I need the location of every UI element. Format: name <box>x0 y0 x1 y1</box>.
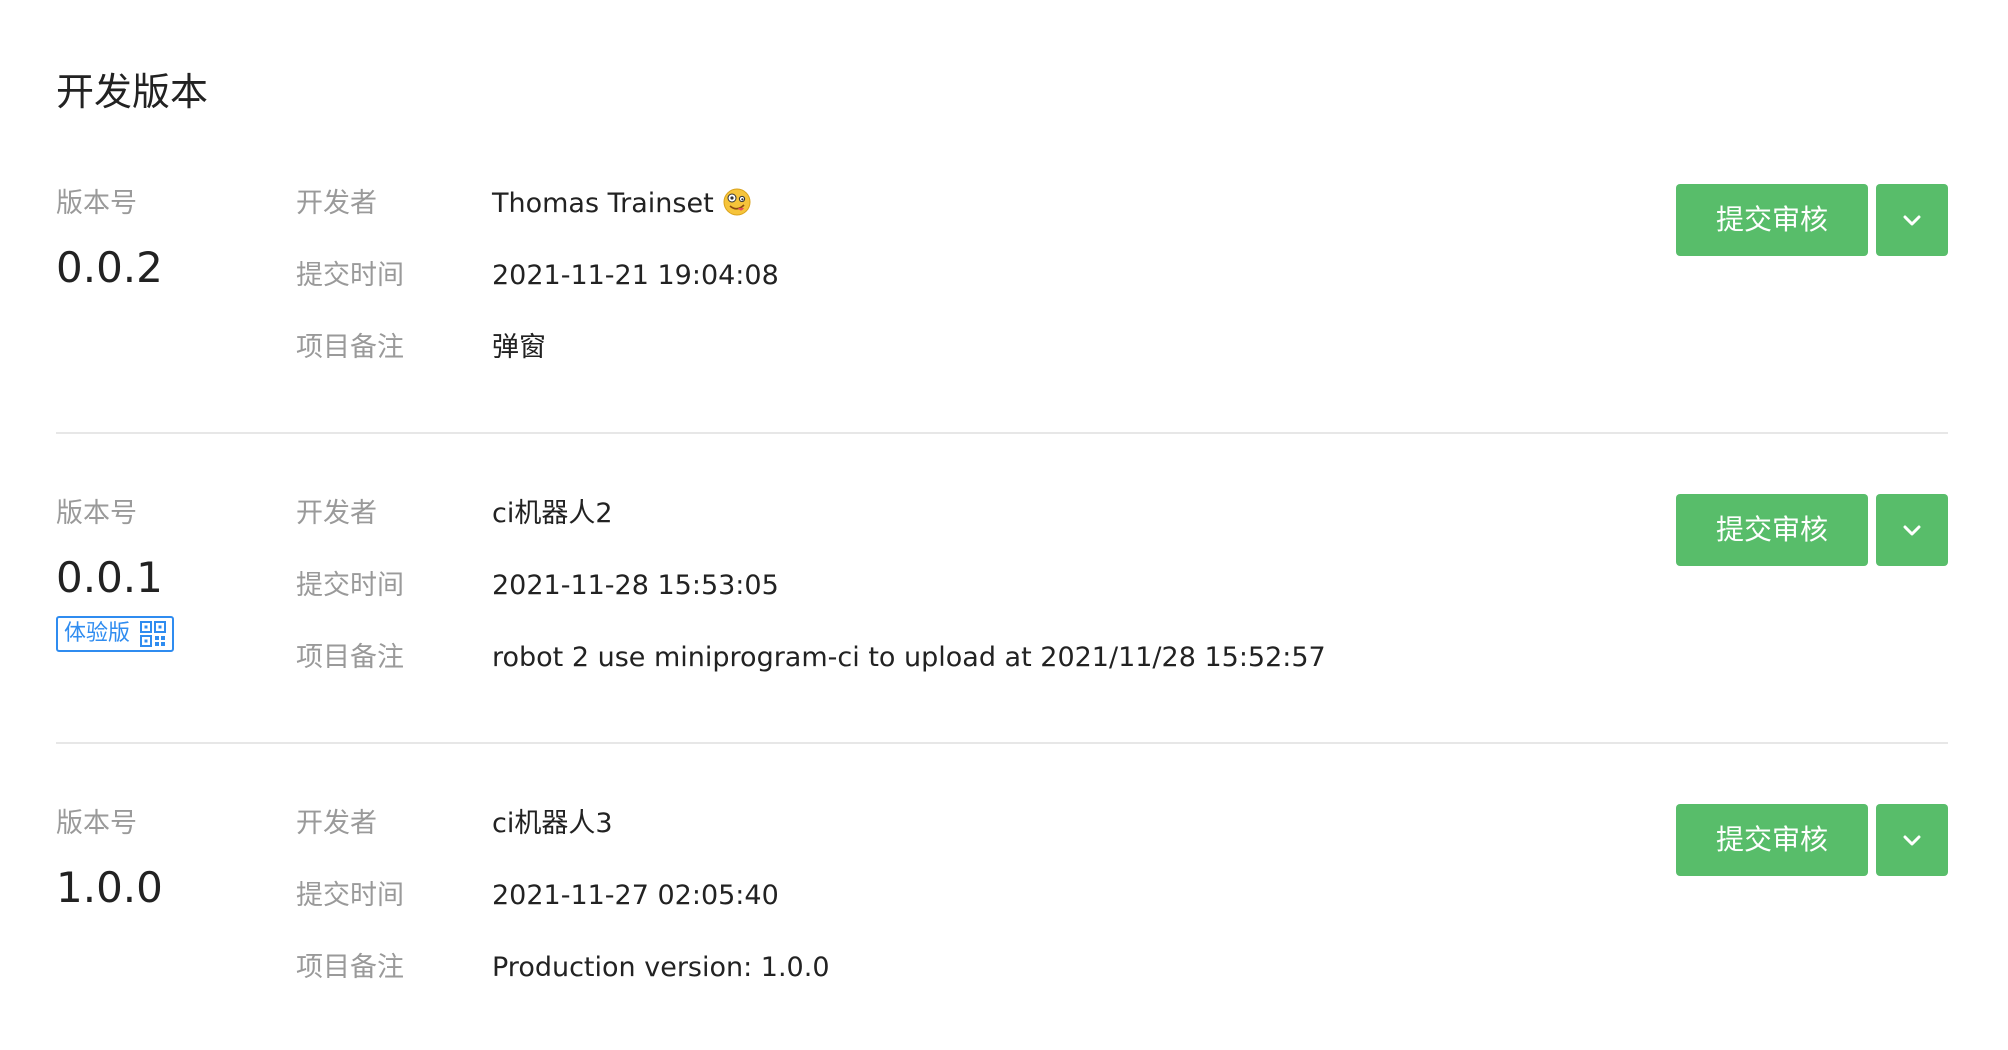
more-actions-button[interactable] <box>1876 184 1948 256</box>
submit-time-value: 2021-11-27 02:05:40 <box>492 880 779 911</box>
chevron-down-icon <box>1903 835 1921 846</box>
version-actions: 提交审核 <box>1676 494 1948 566</box>
trial-version-badge[interactable]: 体验版 <box>56 616 175 652</box>
submit-time-value: 2021-11-21 19:04:08 <box>492 260 779 291</box>
version-number: 0.0.2 <box>56 243 163 292</box>
qr-code-icon <box>140 621 167 647</box>
more-actions-button[interactable] <box>1876 494 1948 566</box>
note-value: 弹窗 <box>492 332 546 363</box>
submit-time-label: 提交时间 <box>296 260 404 291</box>
version-row: 版本号 0.0.2 开发者 Thomas Trainset 提交时间 2021-… <box>56 184 1948 434</box>
developer-name: Thomas Trainset <box>492 188 714 219</box>
note-label: 项目备注 <box>296 332 404 363</box>
version-label: 版本号 <box>56 808 137 839</box>
submit-time-value: 2021-11-28 15:53:05 <box>492 570 779 601</box>
page-title: 开发版本 <box>56 70 209 114</box>
chevron-down-icon <box>1903 215 1921 226</box>
version-number: 1.0.0 <box>56 863 163 912</box>
developer-label: 开发者 <box>296 498 377 529</box>
submit-review-button[interactable]: 提交审核 <box>1676 184 1868 256</box>
trial-badge-label: 体验版 <box>64 621 131 646</box>
version-number: 0.0.1 <box>56 553 163 602</box>
chevron-down-icon <box>1903 525 1921 536</box>
developer-label: 开发者 <box>296 188 377 219</box>
version-row: 版本号 0.0.1 体验版 开发者 ci机器人2 提交时间 2021-11-28… <box>56 494 1948 744</box>
version-actions: 提交审核 <box>1676 184 1948 256</box>
developer-value: ci机器人3 <box>492 808 613 839</box>
dev-versions-page: 开发版本 版本号 0.0.2 开发者 Thomas Trainset 提交时间 … <box>0 0 2008 1050</box>
developer-value: ci机器人2 <box>492 498 613 529</box>
note-value: Production version: 1.0.0 <box>492 952 830 983</box>
version-actions: 提交审核 <box>1676 804 1948 876</box>
submit-review-button[interactable]: 提交审核 <box>1676 804 1868 876</box>
developer-label: 开发者 <box>296 808 377 839</box>
version-label: 版本号 <box>56 188 137 219</box>
more-actions-button[interactable] <box>1876 804 1948 876</box>
zany-face-icon <box>723 188 751 216</box>
submit-review-button[interactable]: 提交审核 <box>1676 494 1868 566</box>
submit-time-label: 提交时间 <box>296 880 404 911</box>
note-label: 项目备注 <box>296 952 404 983</box>
submit-time-label: 提交时间 <box>296 570 404 601</box>
version-row: 版本号 1.0.0 开发者 ci机器人3 提交时间 2021-11-27 02:… <box>56 804 1948 1024</box>
version-label: 版本号 <box>56 498 137 529</box>
note-value: robot 2 use miniprogram-ci to upload at … <box>492 642 1326 673</box>
note-label: 项目备注 <box>296 642 404 673</box>
developer-value: Thomas Trainset <box>492 184 752 224</box>
